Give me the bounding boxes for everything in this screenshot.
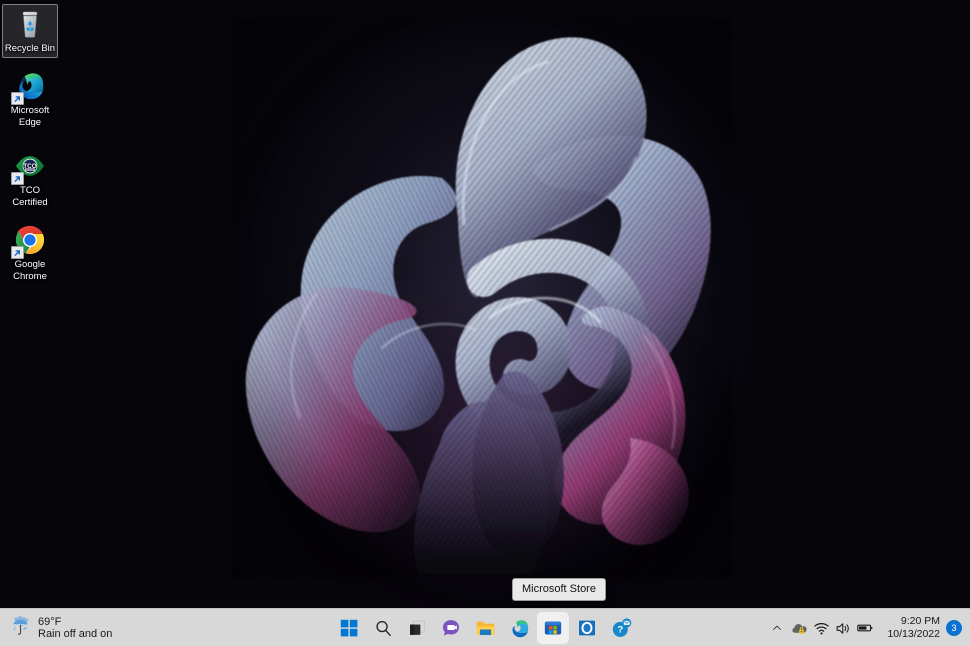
task-view-icon [408,619,427,638]
taskbar-button-file-explorer[interactable] [469,612,501,644]
weather-condition: Rain off and on [38,628,113,640]
taskbar-app-buttons: ? [333,612,637,644]
taskbar-button-microsoft-store[interactable] [537,612,569,644]
weather-temperature: 69°F [38,616,62,628]
wifi-icon[interactable] [810,613,832,643]
speaker-icon[interactable] [832,613,854,643]
taskbar-button-task-view[interactable] [401,612,433,644]
recycle-bin-icon [14,8,46,40]
taskbar-clock[interactable]: 9:20 PM 10/13/2022 [879,615,946,641]
onedrive-locked-icon[interactable] [788,613,810,643]
edge-icon [11,70,46,105]
desktop-icon-tco-certified[interactable]: TCO CERTIFIED TCO Certified [0,150,60,208]
edge-icon [509,618,530,639]
rain-umbrella-icon [10,615,32,642]
battery-icon[interactable] [854,613,876,643]
taskbar-button-microsoft-edge[interactable] [503,612,535,644]
svg-text:CERTIFIED: CERTIFIED [25,169,36,171]
notification-badge[interactable]: 3 [946,620,962,636]
shortcut-arrow-icon [11,92,24,105]
windows-logo-icon [340,619,359,638]
taskbar-button-chat[interactable] [435,612,467,644]
desktop-surface[interactable]: Recycle Bin Microsoft Edge TCO CERTIFIED… [0,0,970,608]
desktop-icon-label: Recycle Bin [4,43,56,54]
taskbar-tooltip: Microsoft Store [512,578,606,601]
desktop-icon-label: Microsoft Edge [10,105,50,128]
store-icon [543,618,563,638]
chat-bubble-icon [441,618,461,638]
outlook-icon [577,618,597,638]
wallpaper-bloom-artwork [232,18,732,578]
taskbar[interactable]: 69°F Rain off and on ? 9:20 PM 10/13/202… [0,608,970,646]
svg-text:?: ? [617,624,623,635]
taskbar-button-outlook[interactable] [571,612,603,644]
chevron-up-icon[interactable] [766,613,788,643]
tco-certified-icon: TCO CERTIFIED [11,150,46,185]
desktop-icon-label: Google Chrome [13,259,47,282]
shortcut-arrow-icon [11,246,24,259]
shortcut-arrow-icon [11,172,24,185]
folder-icon [475,618,496,639]
taskbar-weather-widget[interactable]: 69°F Rain off and on [6,613,120,643]
taskbar-button-search[interactable] [367,612,399,644]
get-help-icon: ? [611,617,632,639]
search-icon [374,619,393,638]
tray-icon-group[interactable] [763,613,879,643]
taskbar-button-get-help[interactable]: ? [605,612,637,644]
desktop-icon-microsoft-edge[interactable]: Microsoft Edge [2,70,58,128]
taskbar-button-start[interactable] [333,612,365,644]
clock-time: 9:20 PM [900,615,940,627]
desktop-icon-recycle-bin[interactable]: Recycle Bin [2,4,58,58]
chrome-icon [11,224,46,259]
desktop-icon-label: TCO Certified [12,185,48,208]
desktop-icon-google-chrome[interactable]: Google Chrome [2,224,58,282]
system-tray: 9:20 PM 10/13/2022 3 [763,612,966,644]
clock-date: 10/13/2022 [887,628,940,640]
